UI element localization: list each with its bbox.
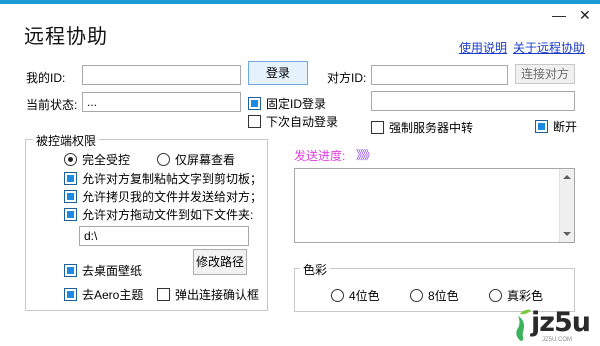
send-progress-arrows: 》》》 xyxy=(356,148,376,162)
about-link[interactable]: 关于远程协助 xyxy=(513,39,585,56)
popup-confirm-option[interactable]: 弹出连接确认框 xyxy=(157,286,259,303)
color-legend: 色彩 xyxy=(300,261,331,278)
color-8bit-option[interactable]: 8位色 xyxy=(410,287,459,304)
mode-view-only-label: 仅屏幕查看 xyxy=(175,153,236,167)
leaf-logo-icon xyxy=(512,308,532,342)
allow-send-files-label: 允许拷贝我的文件并发送给对方； xyxy=(82,190,263,204)
allow-send-files-checkbox[interactable] xyxy=(64,190,77,203)
mode-view-only-radio[interactable] xyxy=(157,153,170,166)
remove-aero-option[interactable]: 去Aero主题 xyxy=(64,286,143,303)
remove-aero-label: 去Aero主题 xyxy=(82,288,144,302)
color-4bit-label: 4位色 xyxy=(349,289,380,303)
allow-copy-text-checkbox[interactable] xyxy=(64,172,77,185)
mode-full-control-option[interactable]: 完全受控 xyxy=(64,151,130,168)
send-log-text xyxy=(295,169,574,173)
peer-secondary-field[interactable] xyxy=(371,91,575,111)
change-path-button[interactable]: 修改路径 xyxy=(193,249,247,275)
disconnect-label: 断开 xyxy=(553,120,578,134)
remove-aero-checkbox[interactable] xyxy=(64,288,77,301)
send-progress-label: 发送进度: xyxy=(294,149,346,163)
allow-copy-text-option[interactable]: 允许对方复制粘帖文字到剪切板； xyxy=(64,170,262,187)
popup-confirm-checkbox[interactable] xyxy=(157,288,170,301)
force-relay-label: 强制服务器中转 xyxy=(389,121,474,135)
login-button[interactable]: 登录 xyxy=(248,61,308,85)
my-id-field[interactable] xyxy=(82,65,241,85)
allow-send-files-option[interactable]: 允许拷贝我的文件并发送给对方； xyxy=(64,188,262,205)
jz5u-logo-subtext: JZ5U.COM xyxy=(542,337,572,343)
fixed-id-login-option[interactable]: 固定ID登录 xyxy=(248,95,326,112)
permissions-legend: 被控端权限 xyxy=(33,132,100,149)
color-8bit-radio[interactable] xyxy=(410,289,423,302)
auto-login-label: 下次自动登录 xyxy=(266,115,339,129)
popup-confirm-label: 弹出连接确认框 xyxy=(175,288,260,302)
minimize-button[interactable]: — xyxy=(552,8,566,22)
allow-drag-files-option[interactable]: 允许对方拖动文件到如下文件夹: xyxy=(64,206,253,223)
send-log-scrollbar[interactable] xyxy=(559,169,574,242)
current-status-label: 当前状态: xyxy=(26,98,78,112)
send-log-textarea[interactable] xyxy=(294,168,575,243)
allow-drag-files-label: 允许对方拖动文件到如下文件夹: xyxy=(82,208,254,222)
remove-wallpaper-label: 去桌面壁纸 xyxy=(82,264,143,278)
close-button[interactable]: ✕ xyxy=(579,8,591,22)
scroll-down-icon[interactable] xyxy=(563,232,571,236)
allow-drag-files-checkbox[interactable] xyxy=(64,208,77,221)
allow-copy-text-label: 允许对方复制粘帖文字到剪切板； xyxy=(82,172,263,186)
my-id-label: 我的ID: xyxy=(26,71,66,85)
mode-full-control-label: 完全受控 xyxy=(82,153,131,167)
peer-id-label: 对方ID: xyxy=(327,71,367,85)
peer-id-field[interactable] xyxy=(371,65,508,85)
window-top-accent-bar xyxy=(0,0,600,4)
auto-login-option[interactable]: 下次自动登录 xyxy=(248,113,338,130)
jz5u-watermark-logo: jz5u JZ5U.COM xyxy=(512,308,597,344)
remove-wallpaper-option[interactable]: 去桌面壁纸 xyxy=(64,262,142,279)
disconnect-option[interactable]: 断开 xyxy=(535,118,577,135)
force-relay-option[interactable]: 强制服务器中转 xyxy=(371,119,473,136)
auto-login-checkbox[interactable] xyxy=(248,115,261,128)
window-title: 远程协助 xyxy=(24,26,108,48)
connect-peer-button[interactable]: 连接对方 xyxy=(515,64,575,84)
color-truecolor-radio[interactable] xyxy=(489,289,502,302)
color-8bit-label: 8位色 xyxy=(428,289,459,303)
drop-folder-path-field[interactable]: d:\ xyxy=(79,226,249,246)
color-4bit-radio[interactable] xyxy=(331,289,344,302)
fixed-id-login-label: 固定ID登录 xyxy=(266,97,327,111)
current-status-field: ... xyxy=(82,92,241,112)
scroll-up-icon[interactable] xyxy=(563,175,571,179)
fixed-id-login-checkbox[interactable] xyxy=(248,97,261,110)
mode-view-only-option[interactable]: 仅屏幕查看 xyxy=(157,151,235,168)
force-relay-checkbox[interactable] xyxy=(371,121,384,134)
color-4bit-option[interactable]: 4位色 xyxy=(331,287,380,304)
mode-full-control-radio[interactable] xyxy=(64,153,77,166)
jz5u-logo-text: jz5u xyxy=(531,307,591,338)
disconnect-checkbox[interactable] xyxy=(535,120,548,133)
color-truecolor-label: 真彩色 xyxy=(507,289,544,303)
remove-wallpaper-checkbox[interactable] xyxy=(64,264,77,277)
help-link[interactable]: 使用说明 xyxy=(459,39,507,56)
color-truecolor-option[interactable]: 真彩色 xyxy=(489,287,543,304)
